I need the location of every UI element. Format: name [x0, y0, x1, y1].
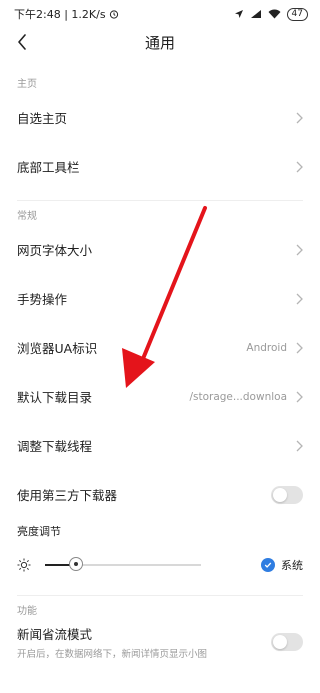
setting-text: 新闻省流模式 开启后，在数据网络下，新闻详情页显示小图	[17, 624, 271, 660]
system-brightness-option[interactable]: 系统	[261, 557, 303, 573]
status-left: 下午2:48 | 1.2K/s	[14, 6, 119, 22]
setting-bottom-toolbar[interactable]: 底部工具栏	[0, 142, 320, 191]
setting-news-data-saver: 新闻省流模式 开启后，在数据网络下，新闻详情页显示小图	[0, 620, 320, 664]
setting-description: 开启后，在数据网络下，新闻详情页显示小图	[17, 649, 208, 660]
location-icon	[234, 10, 243, 18]
check-icon[interactable]	[261, 558, 275, 572]
setting-label: 自选主页	[17, 111, 68, 126]
page-title: 通用	[144, 33, 175, 52]
wifi-icon	[268, 9, 281, 19]
setting-download-directory[interactable]: 默认下载目录 /storage...downloa	[0, 372, 320, 421]
setting-label: 底部工具栏	[17, 160, 80, 175]
divider	[17, 595, 303, 596]
setting-third-party-downloader: 使用第三方下载器	[0, 470, 320, 519]
setting-download-threads[interactable]: 调整下载线程	[0, 421, 320, 470]
status-right: 47	[234, 7, 308, 21]
chevron-right-icon	[296, 440, 303, 451]
system-brightness-label: 系统	[281, 559, 303, 572]
third-party-downloader-toggle[interactable]	[271, 485, 303, 504]
brightness-slider-thumb[interactable]	[69, 557, 84, 571]
brightness-row: 系统	[0, 543, 320, 587]
setting-value: Android	[246, 341, 287, 354]
setting-font-size[interactable]: 网页字体大小	[0, 225, 320, 274]
section-label-features: 功能	[17, 605, 37, 617]
setting-value: /storage...downloa	[189, 390, 287, 403]
status-time-speed: 下午2:48 | 1.2K/s	[14, 8, 106, 21]
setting-gestures[interactable]: 手势操作	[0, 274, 320, 323]
setting-label: 默认下载目录	[17, 390, 93, 405]
back-button[interactable]	[10, 30, 34, 54]
chevron-right-icon	[296, 112, 303, 123]
chevron-right-icon	[296, 244, 303, 255]
chevron-right-icon	[296, 342, 303, 353]
chevron-right-icon	[296, 293, 303, 304]
alarm-icon	[109, 10, 118, 19]
setting-ua-identifier[interactable]: 浏览器UA标识 Android	[0, 323, 320, 372]
setting-label: 网页字体大小	[17, 243, 93, 258]
setting-label: 手势操作	[17, 292, 68, 307]
setting-label: 新闻省流模式	[17, 627, 93, 642]
top-bar: 通用	[0, 28, 320, 56]
chevron-right-icon	[296, 161, 303, 172]
section-label-brightness: 亮度调节	[17, 525, 61, 538]
section-label-general: 常规	[17, 210, 37, 222]
setting-custom-homepage[interactable]: 自选主页	[0, 93, 320, 142]
brightness-slider[interactable]	[45, 557, 201, 571]
section-label-home: 主页	[17, 78, 37, 90]
battery-indicator: 47	[286, 7, 308, 21]
news-data-saver-toggle[interactable]	[271, 633, 303, 651]
setting-label: 浏览器UA标识	[17, 341, 98, 356]
divider	[17, 200, 303, 201]
chevron-right-icon	[296, 391, 303, 402]
setting-label: 调整下载线程	[17, 439, 93, 454]
status-bar: 下午2:48 | 1.2K/s 47	[0, 0, 320, 28]
signal-icon	[250, 10, 261, 18]
brightness-icon	[17, 558, 31, 572]
back-arrow-icon	[18, 34, 26, 50]
setting-label: 使用第三方下载器	[17, 488, 118, 503]
